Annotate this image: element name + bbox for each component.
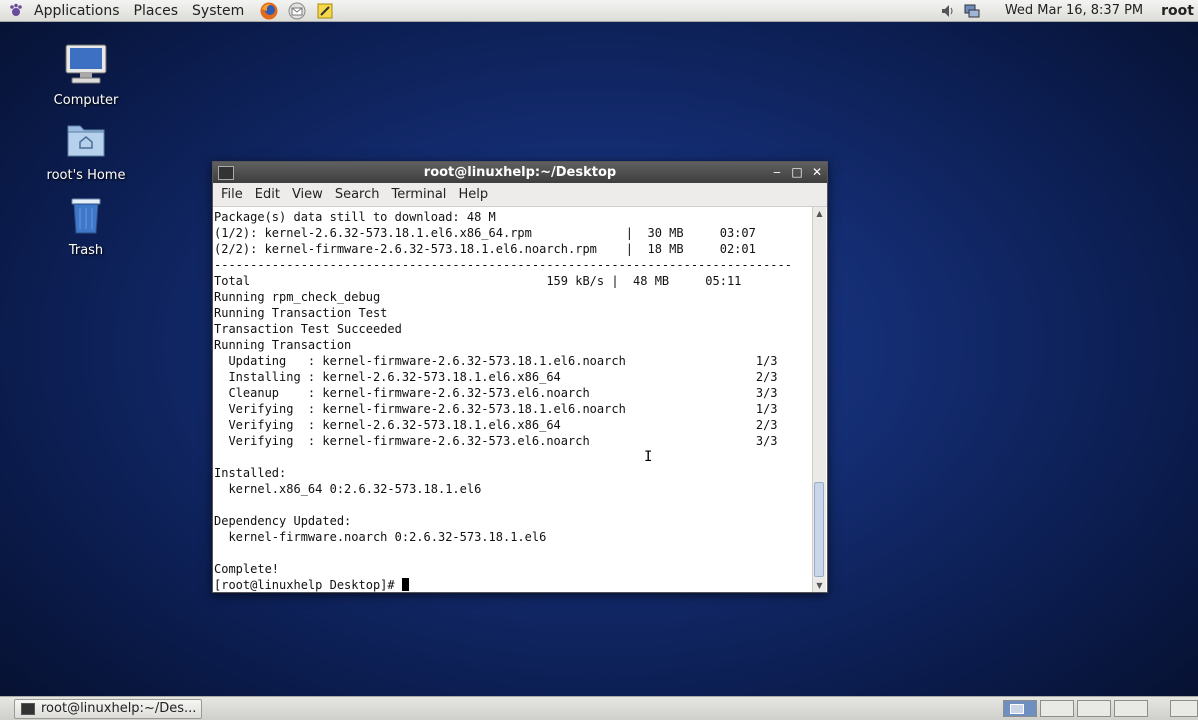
taskbar-terminal-button[interactable]: root@linuxhelp:~/Des... (14, 699, 202, 719)
shell-prompt: [root@linuxhelp Desktop]# (214, 578, 402, 592)
terminal-icon[interactable] (218, 165, 234, 180)
desktop-icon-label: Trash (68, 243, 104, 258)
clock[interactable]: Wed Mar 16, 8:37 PM (981, 3, 1161, 18)
home-folder-icon (67, 125, 105, 157)
close-icon[interactable]: ✕ (807, 162, 827, 183)
text-cursor (401, 578, 409, 591)
terminal-line: (2/2): kernel-firmware-2.6.32-573.18.1.e… (214, 242, 756, 256)
show-desktop-button[interactable] (1170, 700, 1198, 717)
terminal-menubar: File Edit View Search Terminal Help (213, 183, 827, 207)
top-panel: Applications Places System Wed Mar 16, 8… (0, 0, 1198, 22)
scroll-down-icon[interactable]: ▼ (813, 579, 826, 592)
desktop-icon-label: Computer (53, 93, 119, 108)
user-menu[interactable]: root (1161, 3, 1198, 19)
gnome-foot-icon[interactable] (8, 3, 24, 19)
menu-edit[interactable]: Edit (249, 187, 286, 202)
workspace-4[interactable] (1114, 700, 1148, 717)
trash-icon (71, 198, 101, 234)
terminal-line: Cleanup : kernel-firmware-2.6.32-573.el6… (214, 386, 778, 400)
desktop-icon-computer[interactable]: Computer (31, 43, 141, 108)
terminal-window[interactable]: root@linuxhelp:~/Desktop ‒ □ ✕ File Edit… (212, 161, 828, 593)
window-titlebar[interactable]: root@linuxhelp:~/Desktop ‒ □ ✕ (213, 162, 827, 183)
workspace-3[interactable] (1077, 700, 1111, 717)
workspace-2[interactable] (1040, 700, 1074, 717)
system-tray: Wed Mar 16, 8:37 PM root (933, 2, 1198, 20)
terminal-line: Package(s) data still to download: 48 M (214, 210, 496, 224)
terminal-icon (21, 703, 35, 715)
task-label: root@linuxhelp:~/Des... (41, 701, 197, 716)
scroll-up-icon[interactable]: ▲ (813, 207, 826, 220)
bottom-panel: root@linuxhelp:~/Des... (0, 696, 1198, 720)
desktop-icon-label: root's Home (46, 168, 126, 183)
terminal-line: Running rpm_check_debug (214, 290, 381, 304)
ibeam-cursor-icon: I (644, 449, 653, 465)
terminal-line: Installing : kernel-2.6.32-573.18.1.el6.… (214, 370, 778, 384)
minimize-icon[interactable]: ‒ (767, 162, 787, 183)
menu-file[interactable]: File (215, 187, 249, 202)
terminal-line: ----------------------------------------… (214, 258, 792, 272)
terminal-line: Verifying : kernel-firmware-2.6.32-573.1… (214, 402, 778, 416)
terminal-line: Running Transaction (214, 338, 352, 352)
window-title: root@linuxhelp:~/Desktop (423, 165, 617, 180)
terminal-line: Verifying : kernel-firmware-2.6.32-573.e… (214, 434, 778, 448)
scrollbar-thumb[interactable] (814, 482, 824, 577)
menu-terminal[interactable]: Terminal (385, 187, 452, 202)
menu-applications[interactable]: Applications (27, 0, 127, 22)
menu-view[interactable]: View (286, 187, 329, 202)
desktop-icon-trash[interactable]: Trash (31, 193, 141, 258)
firefox-icon[interactable] (259, 1, 279, 21)
terminal-line: kernel.x86_64 0:2.6.32-573.18.1.el6 (214, 482, 482, 496)
terminal-line: kernel-firmware.noarch 0:2.6.32-573.18.1… (214, 530, 547, 544)
terminal-line: (1/2): kernel-2.6.32-573.18.1.el6.x86_64… (214, 226, 756, 240)
network-icon[interactable] (963, 2, 981, 20)
terminal-line: Transaction Test Succeeded (214, 322, 402, 336)
volume-icon[interactable] (939, 2, 957, 20)
menu-places[interactable]: Places (127, 0, 186, 22)
menu-search[interactable]: Search (329, 187, 386, 202)
workspace-1[interactable] (1003, 700, 1037, 717)
notes-editor-icon[interactable] (315, 1, 335, 21)
menu-help[interactable]: Help (452, 187, 494, 202)
terminal-scrollbar[interactable]: ▲ ▼ (812, 207, 826, 592)
terminal-output[interactable]: Package(s) data still to download: 48 M … (213, 207, 812, 592)
terminal-line: Total 159 kB/s | 48 MB 05:11 (214, 274, 742, 288)
desktop-icon-home[interactable]: root's Home (31, 118, 141, 183)
terminal-line: Complete! (214, 562, 280, 576)
computer-icon (65, 44, 107, 84)
terminal-line: Updating : kernel-firmware-2.6.32-573.18… (214, 354, 778, 368)
mail-icon[interactable] (287, 1, 307, 21)
terminal-line: Running Transaction Test (214, 306, 388, 320)
terminal-line: Verifying : kernel-2.6.32-573.18.1.el6.x… (214, 418, 778, 432)
menu-system[interactable]: System (185, 0, 251, 22)
terminal-line: Dependency Updated: (214, 514, 352, 528)
terminal-line: Installed: (214, 466, 287, 480)
maximize-icon[interactable]: □ (787, 162, 807, 183)
